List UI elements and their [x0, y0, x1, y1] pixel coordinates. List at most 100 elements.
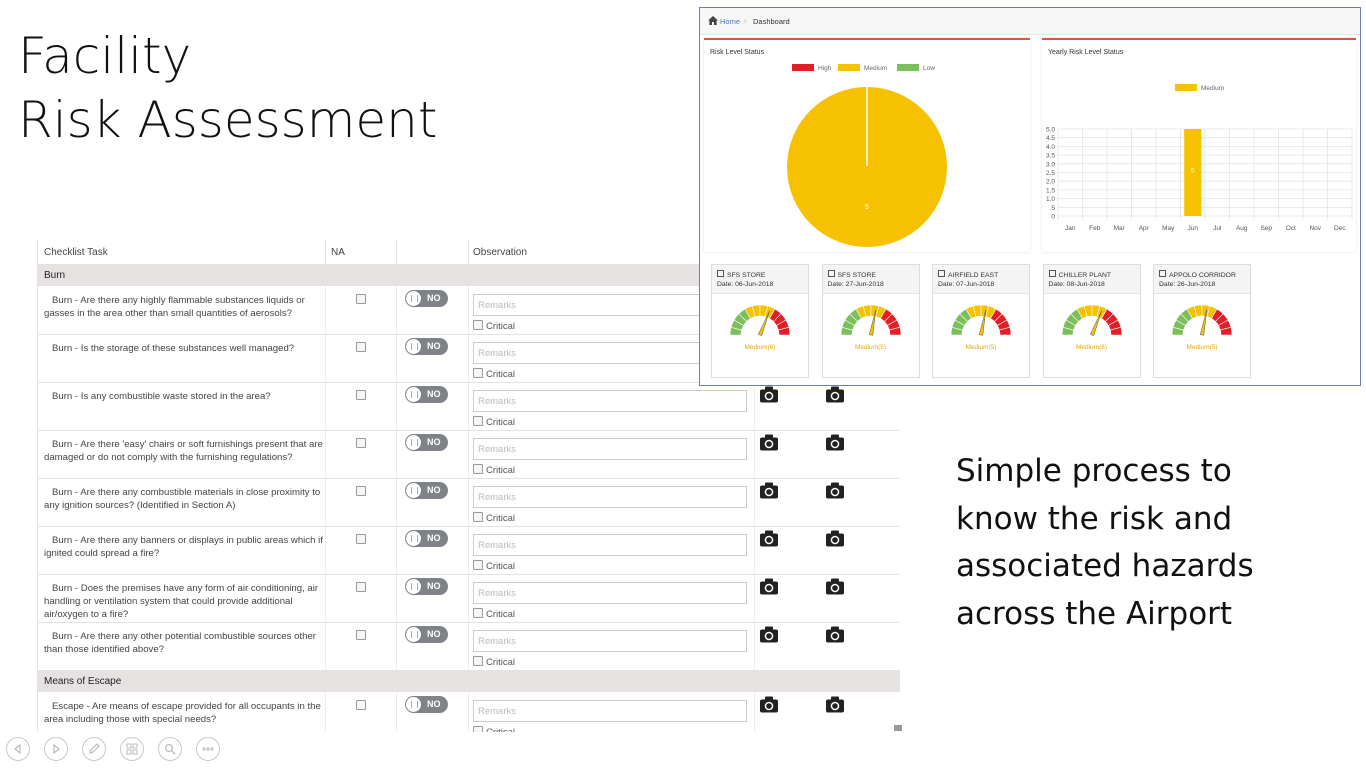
location-risk-card[interactable]: AIRFIELD EAST Date: 07-Jun-2018 Medium(5) [932, 264, 1030, 378]
remarks-input[interactable]: Remarks [473, 390, 747, 412]
critical-checkbox[interactable] [473, 512, 483, 522]
remarks-input[interactable]: Remarks [473, 582, 747, 604]
legend-high[interactable]: High [792, 64, 831, 72]
camera-icon[interactable] [759, 626, 779, 643]
critical-option[interactable]: Critical [473, 560, 515, 572]
camera-icon[interactable] [825, 530, 845, 547]
location-risk-card[interactable]: APPOLO CORRIDOR Date: 26-Jun-2018 Medium(5… [1153, 264, 1251, 378]
checklist-question: Escape - Are means of escape provided fo… [44, 701, 321, 725]
yes-no-toggle[interactable]: NO [405, 290, 448, 307]
zoom-button[interactable] [158, 737, 182, 761]
na-checkbox[interactable] [356, 582, 366, 592]
remarks-input[interactable]: Remarks [473, 700, 747, 722]
remarks-placeholder: Remarks [478, 300, 517, 311]
checklist-row: Burn - Are there any banners or displays… [38, 526, 900, 575]
critical-checkbox[interactable] [473, 368, 483, 378]
yes-no-toggle[interactable]: NO [405, 386, 448, 403]
toggle-knob [406, 291, 421, 306]
yes-no-toggle[interactable]: NO [405, 530, 448, 547]
critical-checkbox[interactable] [473, 464, 483, 474]
na-checkbox[interactable] [356, 534, 366, 544]
toggle-label: NO [427, 437, 441, 447]
camera-icon[interactable] [825, 482, 845, 499]
remarks-input[interactable]: Remarks [473, 630, 747, 652]
critical-option[interactable]: Critical [473, 656, 515, 668]
legend-medium[interactable]: Medium [838, 64, 887, 72]
camera-icon[interactable] [759, 434, 779, 451]
checklist-row: Escape - Are means of escape provided fo… [38, 692, 900, 732]
risk-gauge [729, 304, 791, 336]
camera-icon[interactable] [759, 696, 779, 713]
checkbox-icon [827, 270, 835, 277]
checkbox-icon [938, 270, 945, 277]
yes-no-toggle[interactable]: NO [405, 626, 448, 643]
yes-no-toggle[interactable]: NO [405, 434, 448, 451]
section-title: Means of Escape [44, 676, 122, 687]
more-options-button[interactable] [196, 737, 220, 761]
critical-label: Critical [486, 657, 516, 668]
camera-icon[interactable] [825, 626, 845, 643]
na-checkbox[interactable] [356, 342, 366, 352]
gauge-level-label: Medium(6) [1075, 344, 1108, 351]
na-checkbox[interactable] [356, 700, 366, 710]
critical-option[interactable]: Critical [473, 416, 515, 428]
remarks-input[interactable]: Remarks [473, 438, 747, 460]
critical-option[interactable]: Critical [473, 512, 515, 524]
critical-checkbox[interactable] [473, 416, 483, 426]
see-all-slides-button[interactable] [120, 737, 144, 761]
critical-option[interactable]: Critical [473, 726, 515, 732]
card-header: SFS STORE Date: 06-Jun-2018 [712, 265, 808, 294]
checklist-question: Burn - Is any combustible waste stored i… [52, 391, 271, 402]
breadcrumb-home-link[interactable]: Home [720, 17, 740, 26]
camera-icon[interactable] [825, 578, 845, 595]
camera-icon[interactable] [825, 696, 845, 713]
camera-icon[interactable] [825, 386, 845, 403]
critical-checkbox[interactable] [473, 320, 483, 330]
remarks-placeholder: Remarks [478, 636, 517, 647]
critical-checkbox[interactable] [473, 608, 483, 618]
critical-checkbox[interactable] [473, 560, 483, 570]
critical-option[interactable]: Critical [473, 464, 515, 476]
previous-slide-button[interactable] [6, 737, 30, 761]
camera-icon[interactable] [759, 386, 779, 403]
yes-no-toggle[interactable]: NO [405, 482, 448, 499]
critical-option[interactable]: Critical [473, 368, 515, 380]
na-checkbox[interactable] [356, 390, 366, 400]
scrollbar-thumb[interactable] [894, 725, 902, 731]
yes-no-toggle[interactable]: NO [405, 696, 448, 713]
yearly-risk-title: Yearly Risk Level Status [1048, 49, 1124, 56]
camera-icon[interactable] [825, 434, 845, 451]
remarks-input[interactable]: Remarks [473, 486, 747, 508]
yes-no-toggle[interactable]: NO [405, 338, 448, 355]
critical-label: Critical [486, 609, 516, 620]
na-checkbox[interactable] [356, 630, 366, 640]
location-risk-card[interactable]: SFS STORE Date: 27-Jun-2018 Medium(5) [821, 264, 920, 378]
camera-icon[interactable] [759, 530, 779, 547]
na-checkbox[interactable] [356, 294, 366, 304]
na-checkbox[interactable] [356, 486, 366, 496]
x-tick-label: Dec [1334, 225, 1346, 232]
breadcrumb-current: Dashboard [753, 17, 790, 26]
yes-no-toggle[interactable]: NO [405, 578, 448, 595]
na-checkbox[interactable] [356, 438, 366, 448]
location-risk-card[interactable]: SFS STORE Date: 06-Jun-2018 Medium(6) [711, 264, 809, 378]
remarks-input[interactable]: Remarks [473, 534, 747, 556]
grid-icon [126, 743, 138, 755]
legend-low[interactable]: Low [897, 64, 935, 72]
x-tick-label: Jun [1188, 225, 1199, 232]
y-tick-label: 4.0 [1046, 144, 1055, 151]
legend-bar-medium-swatch [1175, 84, 1197, 91]
pen-tool-button[interactable] [82, 737, 106, 761]
legend-bar-medium[interactable]: Medium [1175, 84, 1224, 92]
next-slide-button[interactable] [44, 737, 68, 761]
critical-checkbox[interactable] [473, 726, 483, 732]
critical-checkbox[interactable] [473, 656, 483, 666]
location-risk-card[interactable]: CHILLER PLANT Date: 08-Jun-2018 Medium(6) [1042, 264, 1141, 378]
critical-option[interactable]: Critical [473, 320, 515, 332]
camera-icon[interactable] [759, 578, 779, 595]
pen-icon [89, 743, 100, 754]
risk-level-panel: Risk Level Status High Medium Low 5 [704, 38, 1030, 252]
critical-option[interactable]: Critical [473, 608, 515, 620]
checkbox-icon [717, 270, 724, 277]
camera-icon[interactable] [759, 482, 779, 499]
